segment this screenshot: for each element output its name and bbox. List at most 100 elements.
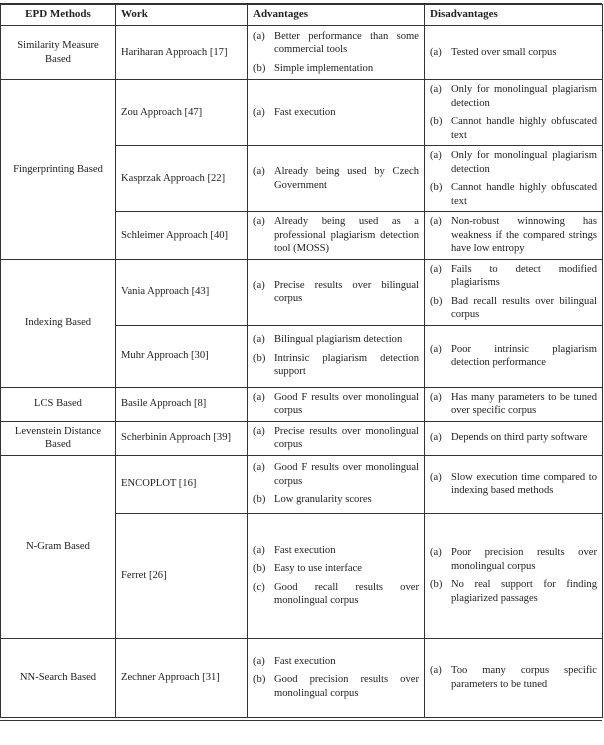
item-marker: (a) [430, 46, 442, 58]
disadvantages-list: (a) Has many parameters to be tuned over … [430, 391, 597, 418]
item-marker: (b) [253, 563, 266, 574]
item-marker: (a) [253, 30, 265, 42]
header-disadvantages: Disadvantages [424, 4, 603, 26]
work-cell: Ferret [26] [115, 512, 248, 639]
disadvantages-cell: (a) Fails to detect modified plagiarisms(… [424, 258, 603, 326]
item-text: Good recall results over monolingual cor… [274, 581, 419, 607]
item-text: Bilingual plagiarism detection [274, 334, 403, 346]
advantages-cell: (a) Fast execution [247, 79, 425, 146]
disadvantages-cell: (a) Too many corpus specific parameters t… [424, 637, 603, 718]
work-cell: Hariharan Approach [17] [115, 25, 248, 80]
work-cell: Vania Approach [43] [115, 258, 248, 326]
item-text: Intrinsic plagiarism detection support [274, 352, 419, 378]
advantages-cell: (a) Better performance than some commerci… [247, 25, 425, 80]
disadvantage-item: (a) Only for monolingual plagiarism detec… [430, 149, 597, 176]
item-marker: (b) [253, 494, 266, 506]
work-cell: Basile Approach [8] [115, 386, 248, 422]
advantages-list: (a) Good F results over monolingual corpu… [253, 461, 419, 507]
item-marker: (a) [253, 391, 265, 403]
item-marker: (a) [430, 343, 442, 355]
work-cell: Kasprzak Approach [22] [115, 145, 248, 212]
advantage-item: (a) Good F results over monolingual corpu… [253, 461, 419, 488]
item-text: Has many parameters to be tuned over spe… [451, 391, 597, 417]
epd-method-cell: Similarity Measure Based [0, 25, 116, 80]
disadvantage-item: (b) Bad recall results over bilingual cor… [430, 295, 597, 322]
item-text: Poor intrinsic plagiarism detection perf… [451, 343, 597, 369]
work-cell: ENCOPLOT [16] [115, 454, 248, 514]
advantage-item: (a) Fast execution [253, 106, 419, 120]
item-text: Better performance than some commercial … [274, 30, 419, 56]
table-body: Similarity Measure Based Hariharan Approa… [0, 25, 603, 718]
work-cell: Zou Approach [47] [115, 79, 248, 146]
advantages-cell: (a) Bilingual plagiarism detection (b) Intr… [247, 324, 425, 388]
item-text: Cannot handle highly obfuscated text [451, 182, 597, 207]
header-work: Work [115, 4, 248, 26]
advantages-list: (a) Fast execution (b) Easy to use interfac… [253, 544, 419, 608]
advantage-item: (b) Low granularity scores [253, 493, 419, 507]
item-marker: (b) [430, 579, 443, 590]
advantage-item: (a) Fast execution [253, 544, 419, 558]
disadvantages-list: (a) Fails to detect modified plagiarisms(… [430, 263, 597, 322]
item-text: Non-robust winnowing has weakness if the… [451, 216, 597, 254]
disadvantage-item: (b) No real support for finding plagiariz… [430, 578, 597, 605]
disadvantage-item: (a) Tested over small corpus [430, 46, 597, 60]
advantage-item: (b) Good precision results over monolingu… [253, 673, 419, 700]
table-row: NN-Search Based Zechner Approach [31] (a) F… [0, 637, 603, 718]
item-text: Good F results over monolingual corpus [274, 462, 419, 487]
work-cell: Schleimer Approach [40] [115, 211, 248, 260]
item-marker: (a) [430, 216, 442, 227]
item-marker: (b) [430, 182, 443, 193]
advantages-list: (a) Good F results over monolingual corpu… [253, 391, 419, 418]
table-row: N-Gram Based ENCOPLOT [16] (a) Good F resul… [0, 454, 603, 639]
item-marker: (b) [253, 62, 266, 74]
table-row: Levenstein Distance Based Scherbinin Appr… [0, 420, 603, 456]
disadvantages-list: (a) Poor precision results over monolingu… [430, 546, 597, 605]
item-marker: (a) [253, 425, 265, 437]
advantage-item: (b) Intrinsic plagiarism detection suppor… [253, 352, 419, 379]
disadvantages-cell: (a) Poor intrinsic plagiarism detection p… [424, 324, 603, 388]
disadvantage-item: (a) Too many corpus specific parameters t… [430, 664, 597, 691]
item-text: Easy to use interface [274, 563, 362, 574]
advantages-cell: (a) Already being used as a professional … [247, 211, 425, 260]
work-cell: Zechner Approach [31] [115, 637, 248, 718]
disadvantage-item: (a) Depends on third party software [430, 431, 597, 445]
advantages-cell: (a) Fast execution (b) Good precision resul… [247, 637, 425, 718]
item-marker: (a) [253, 279, 265, 291]
item-marker: (a) [430, 432, 442, 444]
table-row: Fingerprinting Based Zou Approach [47] (a)… [0, 79, 603, 260]
disadvantages-list: (a) Only for monolingual plagiarism detec… [430, 149, 597, 208]
header-epd-methods: EPD Methods [0, 4, 116, 26]
item-text: Good F results over monolingual corpus [274, 391, 419, 417]
epd-method-cell: Levenstein Distance Based [0, 420, 116, 456]
disadvantages-cell: (a) Poor precision results over monolingu… [424, 512, 603, 639]
item-text: No real support for finding plagiarized … [451, 579, 597, 604]
disadvantage-item: (a) Slow execution time compared to index… [430, 471, 597, 498]
item-marker: (a) [430, 391, 442, 403]
advantage-item: (c) Good recall results over monolingual … [253, 581, 419, 608]
item-text: Cannot handle highly obfuscated text [451, 116, 597, 141]
epd-methods-table: EPD Methods Work Advantages Disadvantage… [0, 4, 603, 718]
advantage-item: (a) Bilingual plagiarism detection [253, 333, 419, 347]
advantages-cell: (a) Precise results over bilingual corpus [247, 258, 425, 326]
item-marker: (a) [253, 462, 265, 474]
table-row: Indexing Based Vania Approach [43] (a) Prec… [0, 258, 603, 388]
item-text: Tested over small corpus [451, 46, 557, 58]
disadvantage-item: (a) Poor intrinsic plagiarism detection p… [430, 343, 597, 370]
item-marker: (a) [253, 216, 265, 227]
header-advantages: Advantages [247, 4, 425, 26]
item-marker: (b) [430, 295, 443, 307]
item-marker: (a) [430, 471, 442, 483]
disadvantage-item: (a) Has many parameters to be tuned over … [430, 391, 597, 418]
item-marker: (a) [430, 665, 442, 676]
item-text: Fails to detect modified plagiarisms [451, 263, 597, 289]
item-marker: (b) [253, 674, 266, 686]
item-marker: (a) [430, 150, 442, 161]
advantages-list: (a) Bilingual plagiarism detection (b) Intr… [253, 333, 419, 379]
disadvantages-list: (a) Slow execution time compared to index… [430, 471, 597, 498]
item-marker: (a) [430, 547, 442, 558]
epd-method-cell: N-Gram Based [0, 454, 116, 639]
advantages-cell: (a) Precise results over monolingual corp… [247, 420, 425, 456]
item-text: Only for monolingual plagiarism detectio… [451, 84, 597, 109]
disadvantages-cell: (a) Non-robust winnowing has weakness if … [424, 211, 603, 260]
item-text: Low granularity scores [274, 494, 372, 506]
